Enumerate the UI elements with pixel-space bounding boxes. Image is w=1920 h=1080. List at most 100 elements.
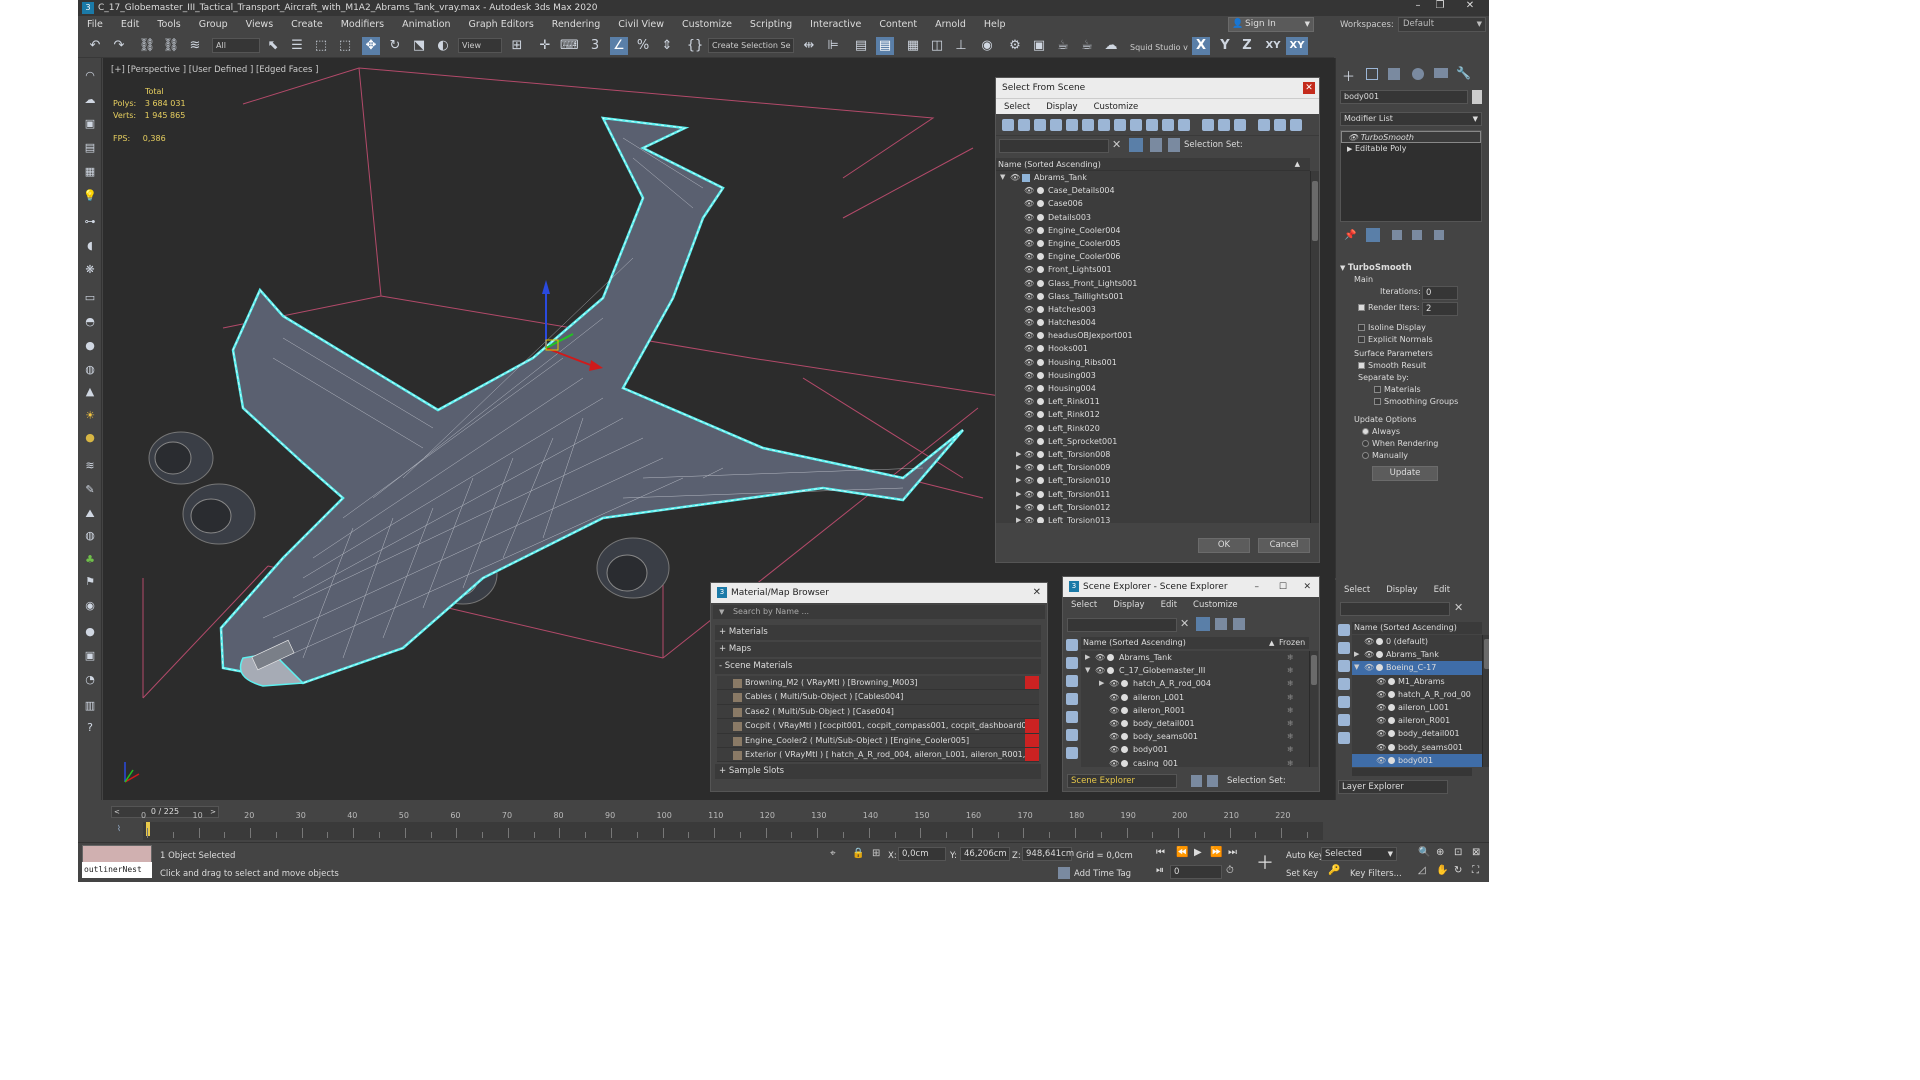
close-icon[interactable]: ✕ <box>1033 583 1041 603</box>
spinner-snap-icon[interactable]: ⇕ <box>658 37 676 55</box>
menu-select[interactable]: Select <box>1336 585 1378 595</box>
when-rendering-row[interactable]: When Rendering <box>1340 438 1482 450</box>
help-icon[interactable]: ? <box>82 720 98 736</box>
redo-icon[interactable]: ↷ <box>110 37 128 55</box>
schematic-view-icon[interactable]: ⊥ <box>952 37 970 55</box>
expand-arrow-icon[interactable]: ▶ <box>1085 651 1090 664</box>
sun-icon[interactable]: ☀ <box>82 408 98 424</box>
eye-icon[interactable]: 👁 <box>1376 688 1386 701</box>
layer-row[interactable]: 👁 0 (default) <box>1352 635 1482 648</box>
xref-filter-icon[interactable] <box>1114 119 1126 131</box>
geometry-filter-icon[interactable] <box>1002 119 1014 131</box>
material-entry[interactable]: Cocpit ( VRayMtl ) [cocpit001, cocpit_co… <box>717 719 1039 734</box>
close-icon[interactable]: ✕ <box>1303 577 1311 597</box>
percent-snap-icon[interactable]: % <box>634 37 652 55</box>
manually-row[interactable]: Manually <box>1340 450 1482 462</box>
maximize-button[interactable]: ❐ <box>1423 0 1457 11</box>
frozen-icon[interactable]: ❄ <box>1287 651 1294 664</box>
layer-row[interactable]: 👁 body001 <box>1352 753 1482 767</box>
list-item[interactable]: 👁 Left_Rink012 <box>996 408 1310 421</box>
paint-icon[interactable]: ✎ <box>82 482 98 498</box>
smoothing-groups-row[interactable]: Smoothing Groups <box>1340 396 1482 408</box>
collapse-arrow-icon[interactable]: ▼ <box>1000 171 1005 184</box>
auto-key-button[interactable]: Auto Key <box>1286 851 1324 861</box>
axis-x-button[interactable]: X <box>1192 37 1210 55</box>
expand-arrow-icon[interactable]: ▶ <box>1099 677 1104 690</box>
shape-filter-icon[interactable] <box>1018 119 1030 131</box>
funnel-icon[interactable] <box>1274 119 1286 131</box>
eye-icon[interactable]: 👁 <box>1376 701 1386 714</box>
key-mode-dropdown[interactable]: Selected ▼ <box>1321 847 1397 861</box>
hf-icon[interactable]: ⚑ <box>82 574 98 590</box>
materials-row[interactable]: Materials <box>1340 384 1482 396</box>
eye-icon[interactable]: 👁 <box>1024 197 1034 210</box>
sphere-icon[interactable]: ● <box>82 338 98 354</box>
geometry-filter-icon[interactable] <box>1066 639 1078 651</box>
menu-interactive[interactable]: Interactive <box>801 19 870 30</box>
eye-icon[interactable]: 👁 <box>1024 237 1034 250</box>
remove-modifier-icon[interactable] <box>1412 230 1422 240</box>
column-header[interactable]: Name (Sorted Ascending) <box>1352 622 1482 634</box>
scrollbar[interactable] <box>1309 651 1318 767</box>
list-item[interactable]: 👁 Housing003 <box>996 369 1310 382</box>
set-key-big-icon[interactable]: ＋ <box>1256 849 1274 875</box>
goto-start-icon[interactable]: ⏮ <box>1156 847 1165 858</box>
render-iterative-icon[interactable]: ☕ <box>1078 37 1096 55</box>
eye-icon[interactable]: 👁 <box>1024 184 1034 197</box>
create-tab-icon[interactable]: ＋ <box>1342 66 1355 85</box>
layer-row[interactable]: 👁 M1_Abrams <box>1352 675 1482 688</box>
eye-icon[interactable]: 👁 <box>1024 290 1034 303</box>
time-config-icon[interactable]: ⏱ <box>1226 865 1234 876</box>
eye-icon[interactable]: 👁 <box>1024 488 1034 501</box>
play-icon[interactable]: ▶ <box>1194 847 1202 858</box>
window-crossing-icon[interactable]: ⬚ <box>336 37 354 55</box>
isoline-row[interactable]: Isoline Display <box>1340 322 1482 334</box>
eye-icon[interactable]: 👁 <box>1024 303 1034 316</box>
mirror-icon[interactable]: ⇹ <box>800 37 818 55</box>
menu-arnold[interactable]: Arnold <box>926 19 975 30</box>
unlink-icon[interactable]: ⛓ <box>162 37 180 55</box>
maxscript-listener[interactable] <box>82 845 152 863</box>
helper-filter-icon[interactable] <box>1066 711 1078 723</box>
eye-icon[interactable]: 👁 <box>1024 369 1034 382</box>
stack-item-turbosmooth[interactable]: 👁 TurboSmooth <box>1341 131 1481 143</box>
object-color-swatch[interactable] <box>1472 90 1482 104</box>
list-item[interactable]: 👁 Left_Sprocket001 <box>996 435 1310 448</box>
ribbon-icon[interactable]: ▦ <box>904 37 922 55</box>
curve-editor-mini-icon[interactable]: ⌇ <box>117 824 121 833</box>
utilities-tab-icon[interactable]: 🔧 <box>1456 66 1471 80</box>
hair-icon[interactable]: ≋ <box>82 458 98 474</box>
explorer-name-dropdown[interactable]: Layer Explorer <box>1338 780 1448 794</box>
time-tag-icon[interactable] <box>1058 867 1070 879</box>
explicit-normals-checkbox[interactable] <box>1358 336 1365 343</box>
axis-xy-button[interactable]: XY <box>1262 37 1284 55</box>
tree-row[interactable]: 👁 casing_001 ❄ <box>1081 757 1309 768</box>
menu-scripting[interactable]: Scripting <box>741 19 801 30</box>
eye-icon[interactable]: 👁 <box>1024 448 1034 461</box>
column-header[interactable]: Name (Sorted Ascending) ▲ Frozen <box>1081 637 1309 649</box>
scene-materials-group[interactable]: - Scene Materials <box>715 659 1041 674</box>
box-icon[interactable]: ▭ <box>82 290 98 306</box>
material-entry[interactable]: Case2 ( Multi/Sub-Object ) [Case004] <box>717 704 1039 720</box>
eye-icon[interactable]: 👁 <box>1376 741 1386 754</box>
layer-row[interactable]: ▼ 👁 Boeing_C-17 <box>1352 661 1482 675</box>
menu-display[interactable]: Display <box>1038 102 1085 112</box>
material-editor-icon[interactable]: ◉ <box>978 37 996 55</box>
always-row[interactable]: Always <box>1340 426 1482 438</box>
list-item[interactable]: 👁 Engine_Cooler005 <box>996 237 1310 250</box>
layer-mode-icon[interactable] <box>1233 618 1245 630</box>
spacewarp-filter-icon[interactable] <box>1082 119 1094 131</box>
group-filter-icon[interactable] <box>1098 119 1110 131</box>
globe-icon[interactable]: ◍ <box>82 528 98 544</box>
expand-arrow-icon[interactable]: ▶ <box>1016 474 1021 487</box>
camera-filter-icon[interactable] <box>1066 693 1078 705</box>
select-object-icon[interactable]: ⬉ <box>264 37 282 55</box>
light-filter-icon[interactable] <box>1066 675 1078 687</box>
zoom-extents-all-icon[interactable]: ⊠ <box>1472 847 1480 858</box>
track-bar[interactable]: 0 10 20 30 40 50 60 70 80 90 100 110 120 130 140 150 160… <box>141 811 1323 840</box>
filter-toggle-icon[interactable] <box>1129 138 1143 152</box>
prev-frame-icon[interactable]: < <box>114 807 120 817</box>
hierarchy-tab-icon[interactable] <box>1388 68 1400 80</box>
maximize-viewport-icon[interactable]: ⛶ <box>1472 865 1479 876</box>
list-item[interactable]: 👁 Case_Details004 <box>996 184 1310 197</box>
